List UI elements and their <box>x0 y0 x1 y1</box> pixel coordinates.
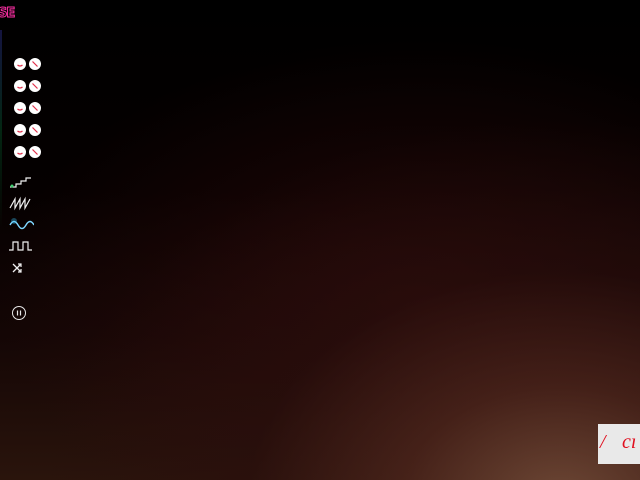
slash-circle-icon[interactable] <box>29 58 41 70</box>
sine-wave-icon[interactable] <box>8 216 34 232</box>
minus-circle-icon[interactable] <box>14 124 26 136</box>
edge-glitch <box>0 30 2 230</box>
minus-circle-icon[interactable] <box>14 80 26 92</box>
channel-row-3 <box>14 102 42 116</box>
corner-card-text: cı <box>622 431 637 453</box>
slash-circle-icon[interactable] <box>29 146 41 158</box>
channel-row-2 <box>14 80 42 94</box>
channel-row-4 <box>14 124 42 138</box>
app-logo: SE <box>0 5 36 23</box>
staircase-wave-icon[interactable] <box>8 174 34 190</box>
minus-circle-icon[interactable] <box>14 58 26 70</box>
slash-circle-icon[interactable] <box>29 80 41 92</box>
square-wave-icon[interactable] <box>8 238 34 254</box>
corner-info-card[interactable]: / cı <box>598 424 640 464</box>
shuffle-icon[interactable] <box>8 260 34 276</box>
sawtooth-wave-icon[interactable] <box>8 195 34 211</box>
pause-button[interactable] <box>12 306 26 320</box>
visualizer-canvas[interactable]: SE / cı <box>0 0 640 480</box>
slash-circle-icon[interactable] <box>29 124 41 136</box>
channel-row-1 <box>14 58 42 72</box>
app-logo-text: SE <box>0 6 16 22</box>
pause-icon <box>16 310 22 316</box>
slash-circle-icon[interactable] <box>29 102 41 114</box>
minus-circle-icon[interactable] <box>14 146 26 158</box>
corner-card-slash: / <box>600 431 606 453</box>
minus-circle-icon[interactable] <box>14 102 26 114</box>
channel-row-5 <box>14 146 42 160</box>
